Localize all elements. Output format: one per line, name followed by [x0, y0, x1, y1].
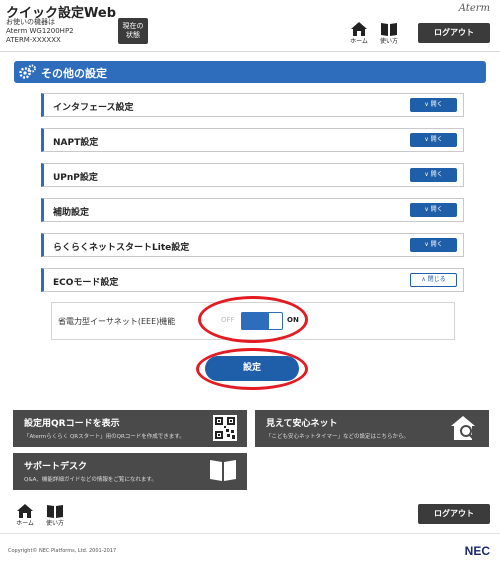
page-title: その他の設定	[41, 67, 107, 80]
section-label: 補助設定	[53, 208, 90, 218]
manual-link[interactable]: 使い方	[376, 22, 402, 45]
close-button[interactable]: ∧ 閉じる	[410, 273, 457, 287]
home-icon	[17, 504, 33, 518]
open-button-label: 開く	[430, 241, 443, 248]
current-status-label-1: 現在の	[122, 22, 144, 30]
book-icon	[210, 460, 236, 481]
open-button[interactable]: ∨ 開く	[410, 133, 457, 147]
book-icon	[381, 23, 397, 36]
device-info-line: お使いの機器は	[6, 18, 55, 26]
open-button[interactable]: ∨ 開く	[410, 168, 457, 182]
copyright: Copyright© NEC Platforms, Ltd. 2001-2017	[8, 548, 117, 554]
open-button[interactable]: ∨ 開く	[410, 238, 457, 252]
current-status-button[interactable]: 現在の 状態	[118, 18, 148, 44]
close-button-label: 閉じる	[427, 276, 446, 283]
eee-label: 省電力型イーサネット(EEE)機能	[58, 317, 176, 326]
footer-home-link[interactable]: ホーム	[12, 504, 38, 527]
home-label: ホーム	[350, 38, 368, 45]
panel-title: 見えて安心ネット	[266, 419, 338, 429]
qr-code-panel[interactable]: 設定用QRコードを表示 「Atermらくらく QRスタート」用のQRコードを作成…	[13, 410, 247, 447]
panel-title: サポートデスク	[24, 462, 88, 472]
highlight-circle	[196, 348, 308, 390]
section-auxiliary[interactable]: 補助設定 ∨ 開く	[41, 198, 464, 222]
device-model: Aterm WG1200HP2	[6, 27, 74, 35]
section-label: NAPT設定	[53, 138, 99, 148]
open-button[interactable]: ∨ 開く	[410, 98, 457, 112]
aterm-logo: Aterm	[458, 3, 490, 14]
section-label: ECOモード設定	[53, 278, 119, 288]
support-desk-panel[interactable]: サポートデスク Q&A、機能詳細ガイドなどの情報をご覧になれます。	[13, 453, 247, 490]
highlight-circle	[198, 296, 308, 343]
section-rakuraku-lite[interactable]: らくらくネットスタートLite設定 ∨ 開く	[41, 233, 464, 257]
device-id: ATERM-XXXXXX	[6, 36, 61, 44]
section-napt[interactable]: NAPT設定 ∨ 開く	[41, 128, 464, 152]
mieru-anshin-net-panel[interactable]: 見えて安心ネット 「こども安心ネットタイマー」などの設定はこちらから。	[255, 410, 489, 447]
home-label: ホーム	[16, 520, 34, 527]
header: クイック設定Web お使いの機器は Aterm WG1200HP2 ATERM-…	[0, 0, 500, 52]
nec-logo: NEC	[464, 544, 490, 558]
page-title-bar: その他の設定	[14, 61, 486, 83]
open-button-label: 開く	[430, 101, 443, 108]
section-interface[interactable]: インタフェース設定 ∨ 開く	[41, 93, 464, 117]
device-info: お使いの機器は Aterm WG1200HP2 ATERM-XXXXXX	[6, 18, 74, 45]
current-status-label-2: 状態	[126, 31, 140, 39]
panel-description: Q&A、機能詳細ガイドなどの情報をご覧になれます。	[24, 477, 157, 483]
open-button[interactable]: ∨ 開く	[410, 203, 457, 217]
panel-description: 「Atermらくらく QRスタート」用のQRコードを作成できます。	[24, 434, 185, 440]
manual-label: 使い方	[45, 520, 64, 527]
panel-title: 設定用QRコードを表示	[24, 419, 120, 429]
section-label: UPnP設定	[53, 173, 98, 183]
gear-icon	[19, 64, 36, 79]
footer-divider	[0, 533, 500, 534]
section-upnp[interactable]: UPnP設定 ∨ 開く	[41, 163, 464, 187]
open-button-label: 開く	[430, 136, 443, 143]
panel-description: 「こども安心ネットタイマー」などの設定はこちらから。	[266, 434, 410, 440]
book-icon	[47, 505, 63, 518]
footer-manual-link[interactable]: 使い方	[42, 504, 68, 527]
section-label: インタフェース設定	[53, 103, 134, 113]
section-eco-mode[interactable]: ECOモード設定 ∧ 閉じる	[41, 268, 464, 292]
open-button-label: 開く	[430, 206, 443, 213]
home-link[interactable]: ホーム	[346, 22, 372, 45]
logout-button[interactable]: ログアウト	[418, 23, 490, 43]
manual-label: 使い方	[379, 38, 398, 45]
open-button-label: 開く	[430, 171, 443, 178]
section-label: らくらくネットスタートLite設定	[53, 243, 190, 253]
home-icon	[351, 22, 367, 36]
house-search-icon	[451, 416, 476, 441]
qr-code-icon	[213, 415, 237, 441]
footer-logout-button[interactable]: ログアウト	[418, 504, 490, 524]
